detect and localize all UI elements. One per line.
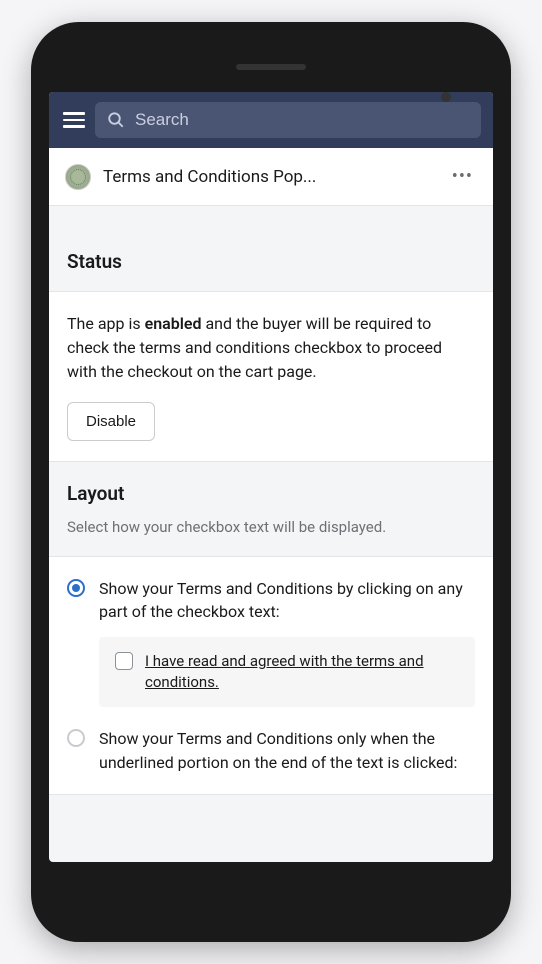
disable-button[interactable]: Disable: [67, 402, 155, 441]
layout-section-body: Show your Terms and Conditions by clicki…: [49, 556, 493, 795]
status-description: The app is enabled and the buyer will be…: [67, 312, 475, 384]
content-area: Status The app is enabled and the buyer …: [49, 206, 493, 862]
radio-option-1-content: Show your Terms and Conditions by clicki…: [99, 577, 475, 707]
topbar: [49, 92, 493, 148]
more-menu-icon[interactable]: •••: [448, 162, 477, 191]
phone-speaker: [236, 64, 306, 70]
search-icon: [107, 111, 125, 129]
radio-option-1[interactable]: [67, 579, 85, 597]
layout-option-2[interactable]: Show your Terms and Conditions only when…: [67, 727, 475, 773]
layout-option-1[interactable]: Show your Terms and Conditions by clicki…: [67, 577, 475, 707]
hamburger-menu-icon[interactable]: [61, 108, 85, 132]
layout-section-header: Layout Select how your checkbox text wil…: [49, 462, 493, 556]
phone-camera: [441, 92, 451, 102]
screen: Terms and Conditions Pop... ••• Status T…: [49, 92, 493, 862]
layout-subtitle: Select how your checkbox text will be di…: [67, 517, 475, 538]
radio-option-2[interactable]: [67, 729, 85, 747]
layout-title: Layout: [67, 482, 475, 505]
search-input[interactable]: [135, 110, 469, 130]
radio-option-1-label: Show your Terms and Conditions by clicki…: [99, 577, 475, 623]
example-text-1[interactable]: I have read and agreed with the terms an…: [145, 651, 459, 693]
status-title: Status: [67, 250, 475, 273]
example-box-1: I have read and agreed with the terms an…: [99, 637, 475, 707]
app-logo-icon: [65, 164, 91, 190]
search-box[interactable]: [95, 102, 481, 138]
radio-option-2-content: Show your Terms and Conditions only when…: [99, 727, 475, 773]
example-checkbox[interactable]: [115, 652, 133, 670]
app-header: Terms and Conditions Pop... •••: [49, 148, 493, 206]
phone-frame: Terms and Conditions Pop... ••• Status T…: [31, 22, 511, 942]
app-title: Terms and Conditions Pop...: [103, 167, 436, 187]
status-section-body: The app is enabled and the buyer will be…: [49, 291, 493, 462]
radio-option-2-label: Show your Terms and Conditions only when…: [99, 727, 475, 773]
status-section-header: Status: [49, 206, 493, 291]
